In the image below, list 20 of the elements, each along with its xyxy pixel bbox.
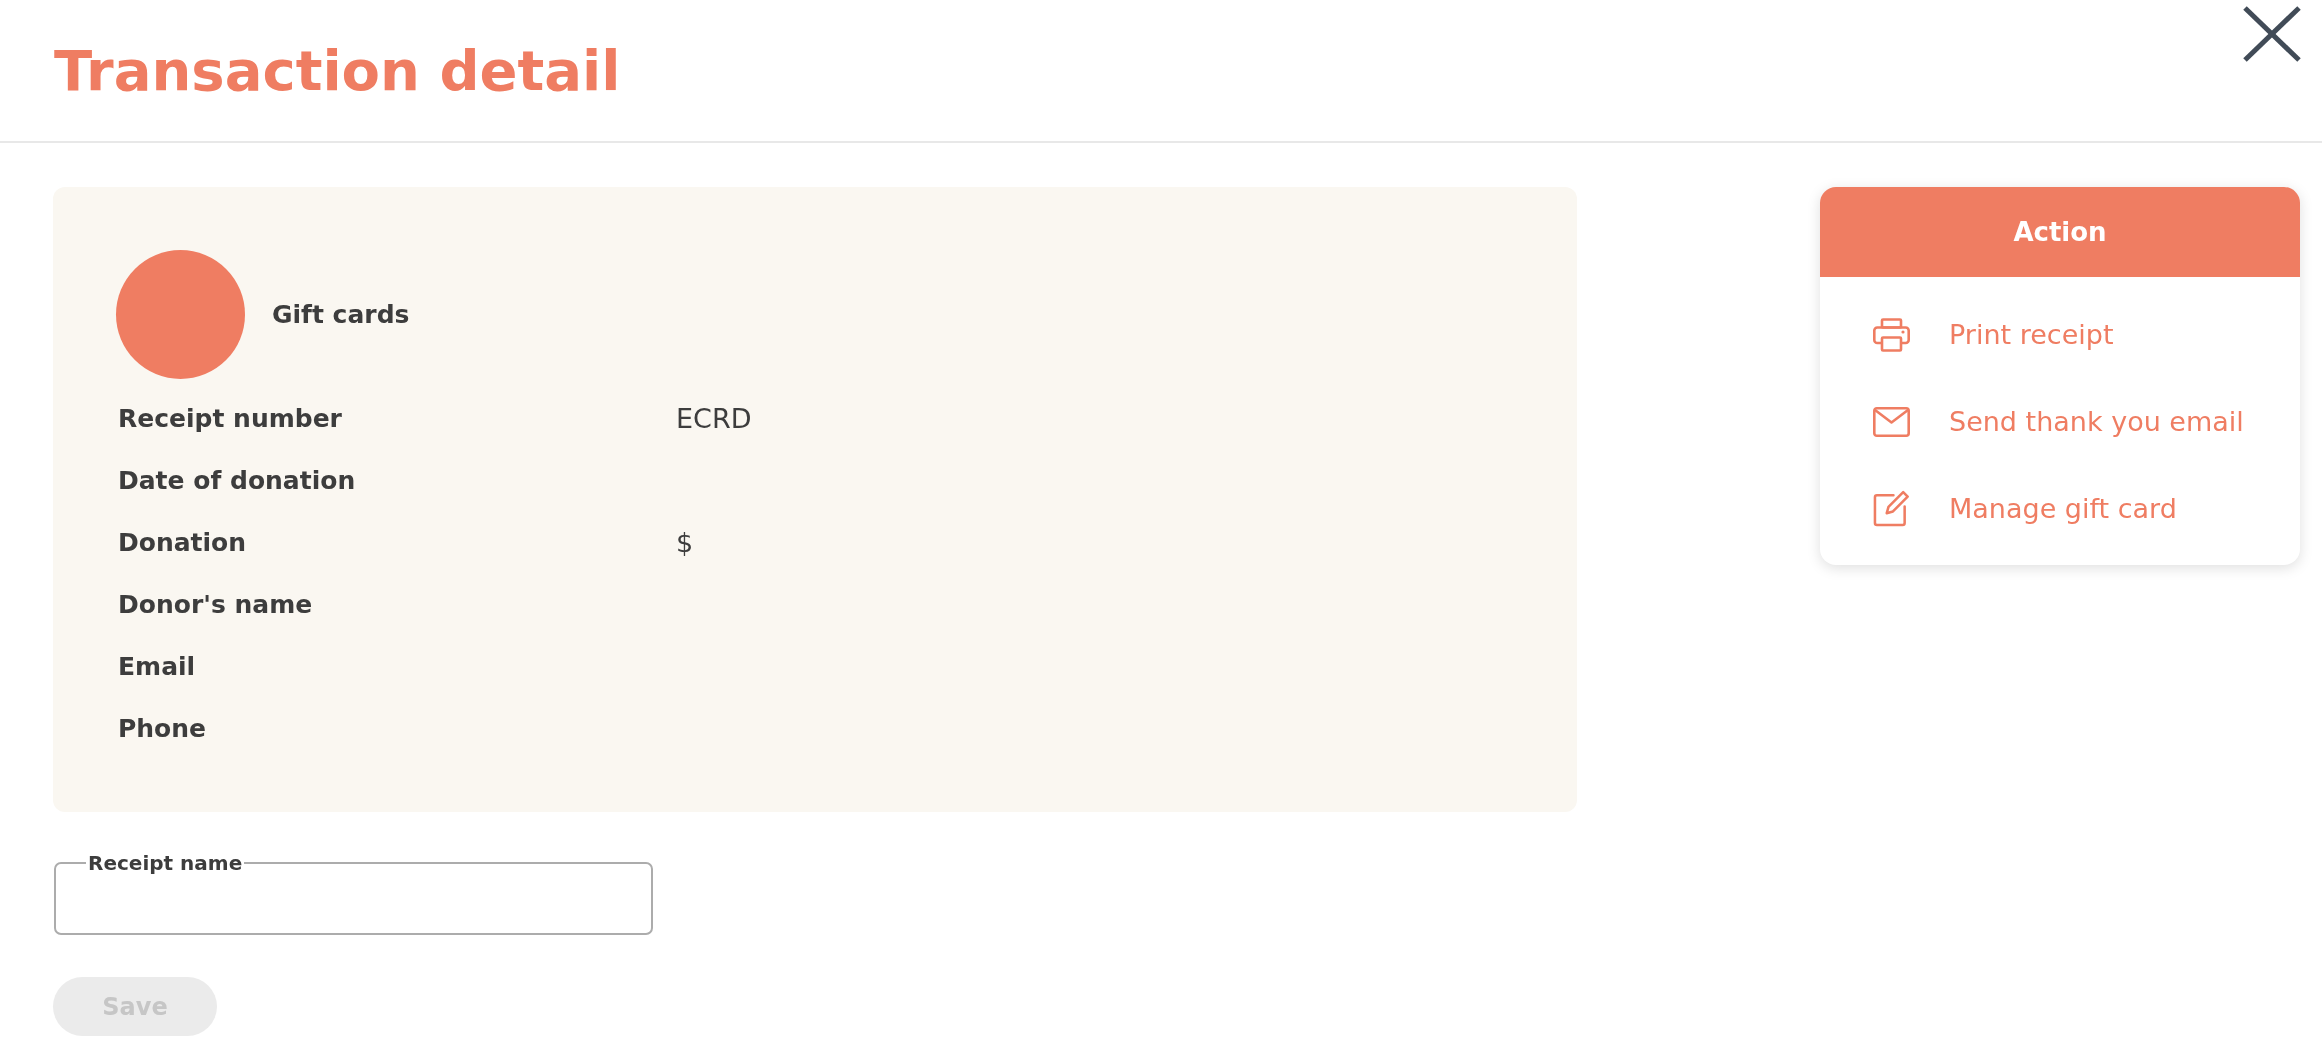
close-button[interactable] [2242, 4, 2302, 64]
page-title: Transaction detail [54, 39, 621, 102]
close-icon [2242, 5, 2302, 63]
action-item[interactable]: Send thank you email [1820, 378, 2300, 465]
category-name: Gift cards [272, 300, 410, 329]
action-item[interactable]: Print receipt [1820, 291, 2300, 378]
detail-label: Donor's name [118, 589, 313, 619]
envelope-icon [1873, 406, 1910, 437]
printer-icon [1873, 317, 1910, 352]
detail-label: Email [118, 651, 196, 681]
detail-label: Phone [118, 713, 207, 743]
detail-value: $ [676, 526, 694, 558]
detail-label: Date of donation [118, 465, 356, 495]
detail-label: Receipt number [118, 403, 342, 433]
detail-label: Donation [118, 527, 247, 557]
pencil-square-icon [1873, 490, 1910, 527]
panel-header: Action [1820, 187, 2300, 277]
detail-value: ECRD [676, 402, 752, 434]
field-label: Receipt name [87, 851, 244, 875]
action-item[interactable]: Manage gift card [1820, 465, 2300, 552]
